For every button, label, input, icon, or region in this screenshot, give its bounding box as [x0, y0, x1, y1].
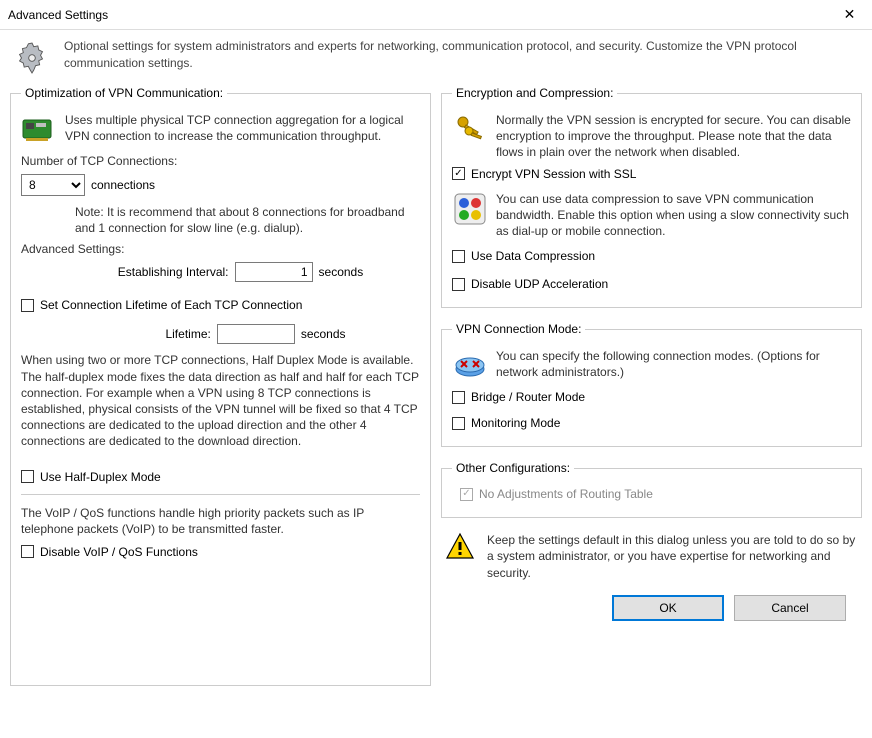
routing-label: No Adjustments of Routing Table	[479, 487, 653, 501]
titlebar: Advanced Settings ✕	[0, 0, 872, 30]
checkbox-icon	[452, 391, 465, 404]
advanced-settings-label: Advanced Settings:	[21, 242, 420, 256]
group-other: Other Configurations: ✓ No Adjustments o…	[441, 461, 862, 518]
compression-icon	[452, 191, 488, 227]
bridge-checkbox[interactable]: Bridge / Router Mode	[452, 390, 851, 404]
warning-row: Keep the settings default in this dialog…	[445, 532, 858, 581]
group-encryption-legend: Encryption and Compression:	[452, 86, 617, 100]
lifetime-input[interactable]	[217, 324, 295, 344]
lifetime-label: Lifetime:	[165, 327, 210, 341]
window-title: Advanced Settings	[8, 8, 827, 22]
checkbox-icon	[452, 417, 465, 430]
half-duplex-para: When using two or more TCP connections, …	[21, 352, 420, 449]
establishing-interval-input[interactable]	[235, 262, 313, 282]
mode-para: You can specify the following connection…	[496, 348, 851, 384]
bridge-label: Bridge / Router Mode	[471, 390, 585, 404]
ssl-checkbox[interactable]: ✓ Encrypt VPN Session with SSL	[452, 167, 851, 181]
group-encryption: Encryption and Compression: Normally the…	[441, 86, 862, 308]
compression-checkbox[interactable]: Use Data Compression	[452, 249, 851, 263]
voip-para: The VoIP / QoS functions handle high pri…	[21, 505, 420, 537]
optimization-intro: Uses multiple physical TCP connection ag…	[65, 112, 420, 148]
group-optimization: Optimization of VPN Communication: Uses …	[10, 86, 431, 686]
set-lifetime-checkbox[interactable]: Set Connection Lifetime of Each TCP Conn…	[21, 298, 420, 312]
tcp-note: Note: It is recommend that about 8 conne…	[75, 204, 420, 236]
routing-checkbox: ✓ No Adjustments of Routing Table	[460, 487, 851, 501]
warning-icon	[445, 532, 477, 564]
nic-card-icon	[21, 112, 57, 148]
voip-checkbox[interactable]: Disable VoIP / QoS Functions	[21, 545, 420, 559]
group-other-legend: Other Configurations:	[452, 461, 574, 475]
udp-label: Disable UDP Acceleration	[471, 277, 608, 291]
group-mode: VPN Connection Mode: You can specify the…	[441, 322, 862, 447]
tcp-count-select[interactable]: 8	[21, 174, 85, 196]
gear-icon	[12, 38, 52, 78]
cancel-button[interactable]: Cancel	[734, 595, 846, 621]
checkbox-icon	[452, 278, 465, 291]
monitor-label: Monitoring Mode	[471, 416, 560, 430]
close-icon: ✕	[844, 6, 856, 23]
seconds-word-2: seconds	[301, 327, 346, 341]
voip-label: Disable VoIP / QoS Functions	[40, 545, 198, 559]
checkbox-icon	[21, 299, 34, 312]
ok-button[interactable]: OK	[612, 595, 724, 621]
seconds-word-1: seconds	[319, 265, 364, 279]
ssl-label: Encrypt VPN Session with SSL	[471, 167, 636, 181]
header-description: Optional settings for system administrat…	[64, 38, 860, 78]
warning-text: Keep the settings default in this dialog…	[487, 532, 858, 581]
udp-checkbox[interactable]: Disable UDP Acceleration	[452, 277, 851, 291]
checkbox-icon	[21, 470, 34, 483]
half-duplex-label: Use Half-Duplex Mode	[40, 470, 161, 484]
compression-label: Use Data Compression	[471, 249, 595, 263]
checkbox-checked-disabled-icon: ✓	[460, 488, 473, 501]
checkbox-checked-icon: ✓	[452, 167, 465, 180]
num-tcp-label: Number of TCP Connections:	[21, 154, 420, 168]
ssl-para: Normally the VPN session is encrypted fo…	[496, 112, 851, 161]
divider	[21, 494, 420, 495]
half-duplex-checkbox[interactable]: Use Half-Duplex Mode	[21, 470, 420, 484]
close-button[interactable]: ✕	[827, 0, 872, 30]
monitor-checkbox[interactable]: Monitoring Mode	[452, 416, 851, 430]
keys-icon	[452, 112, 488, 148]
group-optimization-legend: Optimization of VPN Communication:	[21, 86, 227, 100]
group-mode-legend: VPN Connection Mode:	[452, 322, 585, 336]
comp-para: You can use data compression to save VPN…	[496, 191, 851, 240]
dialog-header: Optional settings for system administrat…	[0, 30, 872, 86]
checkbox-icon	[21, 545, 34, 558]
establishing-interval-label: Establishing Interval:	[118, 265, 229, 279]
set-lifetime-label: Set Connection Lifetime of Each TCP Conn…	[40, 298, 302, 312]
connections-word: connections	[91, 178, 155, 192]
router-icon	[452, 348, 488, 384]
checkbox-icon	[452, 250, 465, 263]
